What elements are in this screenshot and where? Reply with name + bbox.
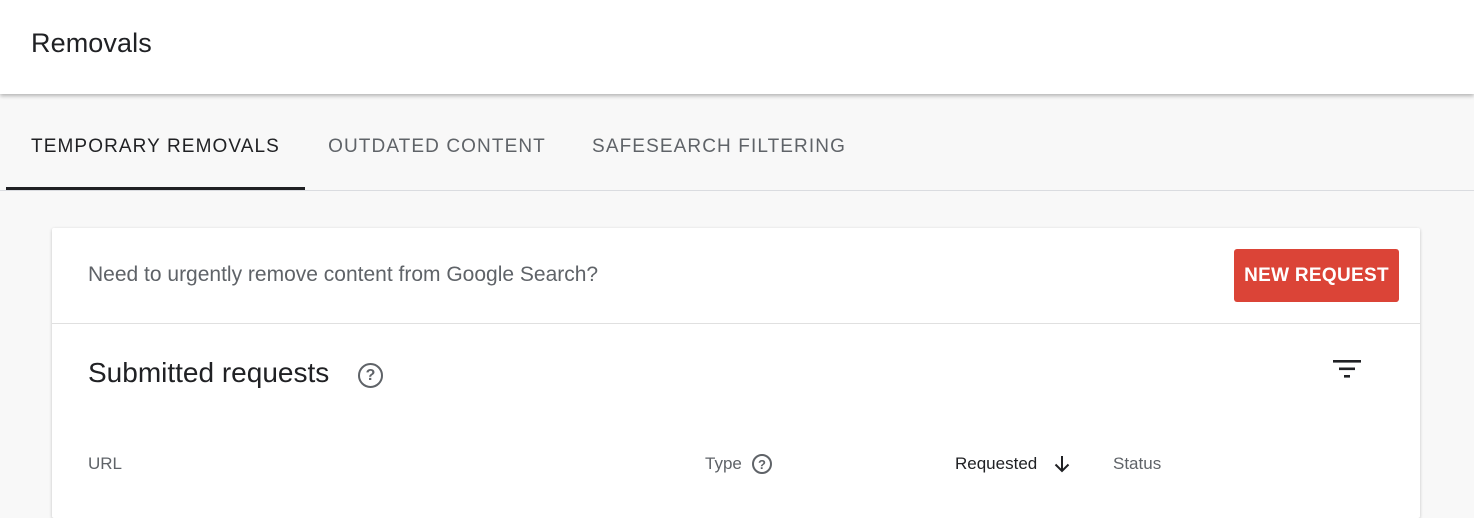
urgent-removal-banner: Need to urgently remove content from Goo… [52,228,1420,324]
tab-outdated-content[interactable]: OUTDATED CONTENT [305,94,569,190]
help-circle-icon[interactable]: ? [358,363,383,388]
tab-bar: TEMPORARY REMOVALS OUTDATED CONTENT SAFE… [0,94,1474,191]
filter-icon[interactable] [1332,357,1362,381]
arrow-down-icon[interactable] [1052,453,1072,475]
tab-safesearch-filtering[interactable]: SAFESEARCH FILTERING [569,94,869,190]
section-title: Submitted requests [88,357,330,388]
page-title: Removals [31,28,152,58]
type-help-icon[interactable]: ? [752,454,772,474]
new-request-button[interactable]: NEW REQUEST [1234,249,1399,302]
banner-text: Need to urgently remove content from Goo… [88,263,599,286]
column-header-url[interactable]: URL [88,454,122,474]
removals-card: Need to urgently remove content from Goo… [52,228,1420,518]
column-header-requested[interactable]: Requested [955,454,1037,474]
app-header: Removals [0,0,1474,94]
column-header-status[interactable]: Status [1113,454,1161,474]
column-header-type[interactable]: Type [705,454,742,474]
tab-temporary-removals[interactable]: TEMPORARY REMOVALS [6,94,305,190]
